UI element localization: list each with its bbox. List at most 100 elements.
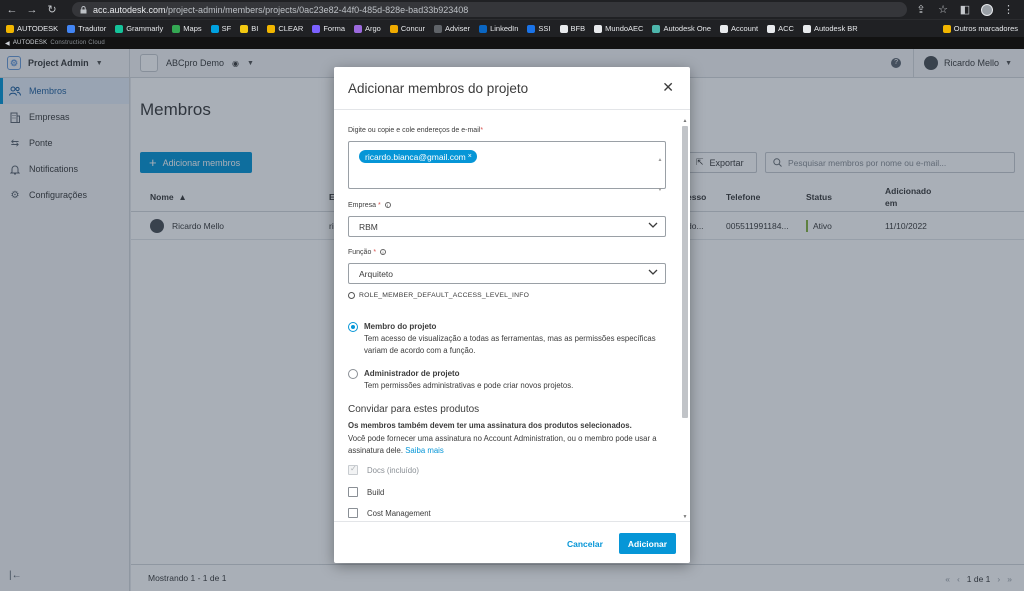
chevron-down-icon — [648, 269, 658, 275]
close-icon[interactable]: ✕ — [662, 80, 674, 94]
bookmark-favicon-icon — [652, 24, 661, 33]
checkbox[interactable] — [348, 508, 358, 518]
bookmark-favicon-icon — [434, 24, 443, 33]
bookmark-item[interactable]: ACC — [767, 24, 794, 33]
email-label: Digite ou copie e cole endereços de e-ma… — [348, 127, 484, 134]
bookmark-favicon-icon — [172, 24, 181, 33]
bookmark-label: Argo — [365, 24, 381, 33]
bookmark-favicon-icon — [210, 24, 219, 33]
bookmark-label: AUTODESK — [17, 24, 59, 33]
folder-icon — [942, 24, 951, 33]
bookmark-item[interactable]: Autodesk BR — [802, 24, 858, 33]
bookmark-item[interactable]: Adviser — [434, 24, 470, 33]
bookmark-label: Grammarly — [126, 24, 164, 33]
bookmark-item[interactable]: CLEAR — [267, 24, 303, 33]
company-select[interactable]: RBM — [348, 216, 666, 237]
bookmark-item[interactable]: BFB — [559, 24, 586, 33]
bookmarks-bar: AUTODESK Tradutor Grammarly Maps SF BI CLEAR Fo… — [0, 19, 1024, 37]
bookmark-item[interactable]: BI — [240, 24, 258, 33]
bookmark-label: LinkedIn — [490, 24, 519, 33]
scroll-up-icon[interactable]: ▲ — [682, 118, 688, 124]
bookmark-favicon-icon — [720, 24, 728, 33]
radio-project-admin[interactable]: Administrador de projeto Tem permissões … — [348, 369, 668, 392]
autodesk-brand-bar: ◀ AUTODESK Construction Cloud — [0, 37, 1024, 49]
bookmark-favicon-icon — [559, 24, 568, 33]
bookmark-label: SF — [221, 24, 232, 33]
chevron-down-icon — [648, 222, 658, 228]
profile-avatar[interactable] — [981, 3, 993, 16]
bookmark-item[interactable]: LinkedIn — [479, 24, 518, 33]
reload-icon[interactable]: ↻ — [46, 4, 58, 16]
checkbox-label: Docs (incluído) — [367, 465, 419, 475]
bookmark-favicon-icon — [527, 24, 536, 33]
scroll-thumb[interactable] — [682, 126, 688, 418]
bookmark-label: Autodesk BR — [813, 24, 858, 33]
forward-arrow-icon[interactable]: → — [26, 4, 38, 16]
bookmark-item[interactable]: AUTODESK — [6, 24, 58, 33]
checkbox[interactable] — [348, 487, 358, 497]
bookmark-item[interactable]: Tradutor — [67, 24, 106, 33]
dialog-title: Adicionar membros do projeto — [348, 80, 529, 96]
share-icon[interactable]: ⇪ — [915, 4, 927, 16]
radio-project-member[interactable]: Membro do projeto Tem acesso de visualiz… — [348, 322, 668, 357]
bookmark-item[interactable]: Autodesk One — [652, 24, 711, 33]
bookmark-item[interactable]: Account — [720, 24, 758, 33]
bookmark-item[interactable]: Maps — [172, 24, 202, 33]
scroll-down-icon[interactable]: ▼ — [682, 514, 688, 520]
textarea-scrollbar[interactable]: ▲ ▼ — [657, 145, 663, 205]
bookmark-item[interactable]: SSI — [527, 24, 551, 33]
dialog-body: Digite ou copie e cole endereços de e-ma… — [334, 109, 690, 521]
bookmark-label: Forma — [323, 24, 346, 33]
cancel-button[interactable]: Cancelar — [559, 533, 611, 554]
bookmark-label: CLEAR — [278, 24, 304, 33]
star-icon[interactable]: ☆ — [937, 4, 949, 16]
email-chip[interactable]: ricardo.bianca@gmail.com × — [359, 150, 477, 163]
sidepanel-icon[interactable]: ◧ — [959, 4, 971, 16]
radio-button[interactable] — [348, 369, 358, 379]
role-select[interactable]: Arquiteto — [348, 263, 666, 284]
product-checkbox-build[interactable]: Build — [348, 487, 384, 497]
other-bookmarks[interactable]: Outros marcadores — [942, 24, 1018, 33]
product-checkbox-cost[interactable]: Cost Management — [348, 508, 431, 518]
bookmark-favicon-icon — [240, 24, 249, 33]
address-bar[interactable]: acc.autodesk.com/project-admin/members/p… — [72, 2, 907, 17]
bookmark-item[interactable]: Forma — [312, 24, 345, 33]
url-text: acc.autodesk.com/project-admin/members/p… — [93, 4, 469, 15]
checkbox-label: Build — [367, 487, 385, 497]
bookmark-label: BFB — [570, 24, 586, 33]
products-description: Você pode fornecer uma assinatura no Acc… — [348, 433, 658, 457]
role-info: ROLE_MEMBER_DEFAULT_ACCESS_LEVEL_INFO — [348, 292, 529, 299]
radio-title: Membro do projeto — [364, 322, 437, 331]
dialog-scrollbar[interactable]: ▲ ▼ — [682, 118, 688, 521]
email-field[interactable]: ricardo.bianca@gmail.com × ▲ ▼ — [348, 141, 666, 193]
product-label: Construction Cloud — [50, 40, 105, 46]
products-requirement: Os membros também devem ter uma assinatu… — [348, 421, 632, 430]
bookmark-label: Maps — [183, 24, 202, 33]
back-arrow-icon[interactable]: ← — [6, 4, 18, 16]
menu-kebab-icon[interactable]: ⋮ — [1003, 3, 1014, 16]
bookmark-item[interactable]: MundoAEC — [594, 24, 643, 33]
bookmark-item[interactable]: Concur — [389, 24, 425, 33]
lock-icon — [80, 5, 87, 13]
email-chip-label: ricardo.bianca@gmail.com — [365, 151, 466, 162]
learn-more-link[interactable]: Saiba mais — [405, 446, 444, 455]
bookmark-item[interactable]: Grammarly — [115, 24, 163, 33]
radio-description: Tem acesso de visualização a todas as fe… — [364, 334, 656, 355]
radio-button[interactable] — [348, 322, 358, 332]
bookmark-label: Account — [731, 24, 759, 33]
role-value: Arquiteto — [359, 268, 394, 279]
company-label: Empresa * i — [348, 202, 391, 209]
bookmark-favicon-icon — [267, 24, 276, 33]
add-button[interactable]: Adicionar — [619, 533, 676, 554]
bookmark-favicon-icon — [802, 24, 811, 33]
bookmark-label: Adviser — [445, 24, 471, 33]
autodesk-logo-icon: ◀ — [5, 40, 10, 47]
role-info-text: ROLE_MEMBER_DEFAULT_ACCESS_LEVEL_INFO — [359, 292, 530, 299]
info-icon[interactable]: i — [380, 249, 386, 255]
bookmark-item[interactable]: SF — [210, 24, 232, 33]
radio-title: Administrador de projeto — [364, 369, 460, 378]
dialog-footer: Cancelar Adicionar — [334, 521, 690, 563]
bookmark-item[interactable]: Argo — [354, 24, 381, 33]
remove-chip-icon[interactable]: × — [468, 153, 472, 160]
info-icon[interactable]: i — [384, 202, 391, 208]
